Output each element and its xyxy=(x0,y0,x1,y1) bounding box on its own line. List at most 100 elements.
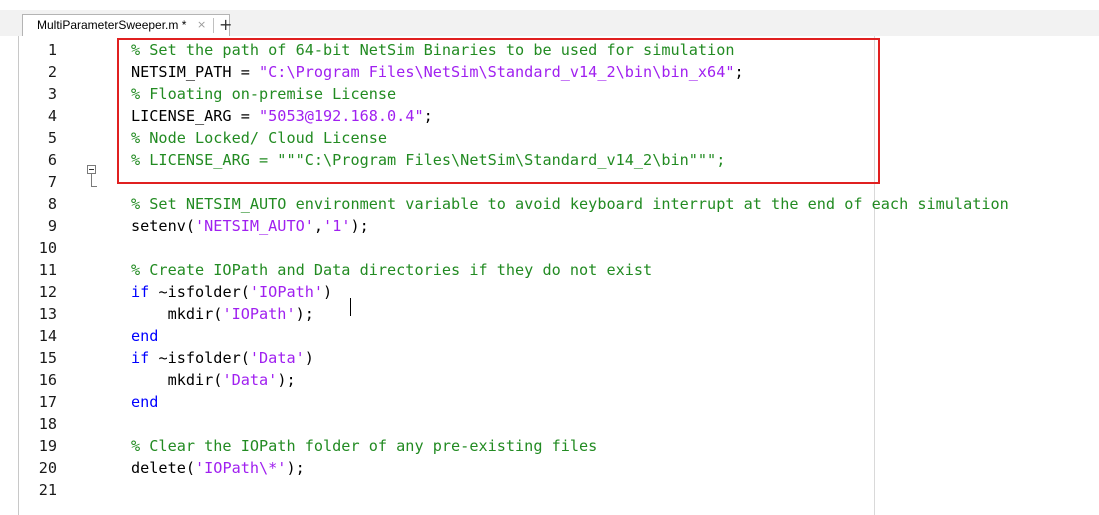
matlab-editor-window: MultiParameterSweeper.m * × + 1 % Set the… xyxy=(0,0,1099,515)
line-code-text: if ~isfolder('Data') xyxy=(131,347,314,369)
code-token-plain: ~isfolder( xyxy=(149,349,250,367)
line-code-text: end xyxy=(131,325,158,347)
code-line[interactable]: 18 xyxy=(19,413,1099,435)
code-token-string: '1' xyxy=(323,217,351,235)
code-line[interactable]: 1 % Set the path of 64-bit NetSim Binarie… xyxy=(19,39,1099,61)
line-number: 3 xyxy=(47,85,57,103)
line-code-text: mkdir('IOPath'); xyxy=(131,303,314,325)
code-line[interactable]: 5 % Node Locked/ Cloud License xyxy=(19,127,1099,149)
editor-tab-strip: MultiParameterSweeper.m * × + xyxy=(0,10,1099,37)
code-token-plain: ; xyxy=(734,63,744,81)
code-token-keyword: if xyxy=(131,349,150,367)
line-code-text: setenv('NETSIM_AUTO','1'); xyxy=(131,215,369,237)
code-token-string: 'Data' xyxy=(249,349,305,367)
code-token-string: 'IOPath' xyxy=(222,305,296,323)
code-line[interactable]: 20 delete('IOPath\*'); xyxy=(19,457,1099,479)
code-line[interactable]: 2 NETSIM_PATH = "C:\Program Files\NetSim\… xyxy=(19,61,1099,83)
code-token-plain: delete( xyxy=(131,459,196,477)
code-line[interactable]: 3 % Floating on-premise License xyxy=(19,83,1099,105)
code-token-string: 'Data' xyxy=(222,371,278,389)
line-number: 1 xyxy=(47,41,57,59)
line-code-text: LICENSE_ARG = "5053@192.168.0.4"; xyxy=(131,105,433,127)
line-code-text: % LICENSE_ARG = """C:\Program Files\NetS… xyxy=(131,149,725,171)
line-code-text: % Set NETSIM_AUTO environment variable t… xyxy=(131,193,1009,215)
line-number: 12 xyxy=(38,283,57,301)
line-number: 21 xyxy=(38,481,57,499)
code-line[interactable]: 10 xyxy=(19,237,1099,259)
line-code-text: delete('IOPath\*'); xyxy=(131,457,305,479)
code-token-plain: ); xyxy=(277,371,296,389)
line-number: 14 xyxy=(38,327,57,345)
code-line[interactable]: 4 LICENSE_ARG = "5053@192.168.0.4"; xyxy=(19,105,1099,127)
code-token-string: "C:\Program Files\NetSim\Standard_v14_2\… xyxy=(259,63,735,81)
line-code-text: % Floating on-premise License xyxy=(131,83,396,105)
code-line[interactable]: 16 mkdir('Data'); xyxy=(19,369,1099,391)
code-token-comment: % Set NETSIM_AUTO environment variable t… xyxy=(131,195,1009,213)
code-token-string: 'NETSIM_AUTO' xyxy=(195,217,314,235)
code-token-plain: NETSIM_PATH = xyxy=(131,63,260,81)
code-token-plain: ; xyxy=(423,107,433,125)
line-code-text: end xyxy=(131,391,158,413)
code-line[interactable]: 9 setenv('NETSIM_AUTO','1'); xyxy=(19,215,1099,237)
line-code-text: % Clear the IOPath folder of any pre-exi… xyxy=(131,435,597,457)
code-token-keyword: if xyxy=(131,283,150,301)
line-number: 6 xyxy=(47,151,57,169)
add-tab-icon[interactable]: + xyxy=(219,15,232,34)
line-number: 7 xyxy=(47,173,57,191)
code-line[interactable]: 15 if ~isfolder('Data') xyxy=(19,347,1099,369)
code-line[interactable]: 17 end xyxy=(19,391,1099,413)
code-token-string: "5053@192.168.0.4" xyxy=(259,107,424,125)
line-code-text: mkdir('Data'); xyxy=(131,369,296,391)
line-number: 10 xyxy=(38,239,57,257)
code-token-comment: % Create IOPath and Data directories if … xyxy=(131,261,653,279)
line-number: 13 xyxy=(38,305,57,323)
line-number: 17 xyxy=(38,393,57,411)
editor-tab-multiparametersweeper[interactable]: MultiParameterSweeper.m * × + xyxy=(22,14,232,36)
line-code-text: % Set the path of 64-bit NetSim Binaries… xyxy=(131,39,734,61)
code-line[interactable]: 7 xyxy=(19,171,1099,193)
code-line[interactable]: 11 % Create IOPath and Data directories i… xyxy=(19,259,1099,281)
code-token-plain: LICENSE_ARG = xyxy=(131,107,260,125)
code-line[interactable]: 13 mkdir('IOPath'); xyxy=(19,303,1099,325)
line-number: 8 xyxy=(47,195,57,213)
code-token-plain: ~isfolder( xyxy=(149,283,250,301)
code-line[interactable]: 21 xyxy=(19,479,1099,501)
line-code-text: if ~isfolder('IOPath') xyxy=(131,281,332,303)
code-line[interactable]: 8 % Set NETSIM_AUTO environment variable … xyxy=(19,193,1099,215)
line-number: 19 xyxy=(38,437,57,455)
code-token-plain: , xyxy=(313,217,324,235)
code-token-comment: % Floating on-premise License xyxy=(131,85,397,103)
code-token-plain: ); xyxy=(295,305,314,323)
tab-divider xyxy=(213,18,214,33)
code-token-comment: % LICENSE_ARG = """C:\Program Files\NetS… xyxy=(131,151,726,169)
line-number: 9 xyxy=(47,217,57,235)
line-number: 11 xyxy=(38,261,57,279)
code-token-comment: % Clear the IOPath folder of any pre-exi… xyxy=(131,437,598,455)
code-token-plain: mkdir( xyxy=(131,305,223,323)
code-token-keyword: end xyxy=(131,327,159,345)
code-editor[interactable]: 1 % Set the path of 64-bit NetSim Binarie… xyxy=(18,36,1099,515)
code-token-string: 'IOPath\*' xyxy=(195,459,287,477)
code-line[interactable]: 14 end xyxy=(19,325,1099,347)
line-number: 18 xyxy=(38,415,57,433)
code-token-comment: % Node Locked/ Cloud License xyxy=(131,129,388,147)
editor-left-strip xyxy=(0,36,18,515)
line-number: 20 xyxy=(38,459,57,477)
code-token-plain: ); xyxy=(286,459,305,477)
line-number: 15 xyxy=(38,349,57,367)
line-code-text: % Node Locked/ Cloud License xyxy=(131,127,387,149)
code-token-plain: ); xyxy=(350,217,369,235)
code-token-keyword: end xyxy=(131,393,159,411)
code-line[interactable]: 12 if ~isfolder('IOPath') xyxy=(19,281,1099,303)
code-line[interactable]: 19 % Clear the IOPath folder of any pre-e… xyxy=(19,435,1099,457)
line-number: 16 xyxy=(38,371,57,389)
line-number: 2 xyxy=(47,63,57,81)
window-top-border xyxy=(0,0,1099,10)
code-token-string: 'IOPath' xyxy=(249,283,324,301)
code-token-plain: ) xyxy=(323,283,333,301)
code-token-plain: ) xyxy=(304,349,314,367)
close-icon[interactable]: × xyxy=(197,18,206,31)
code-token-plain: setenv( xyxy=(131,217,196,235)
code-line[interactable]: 6 % LICENSE_ARG = """C:\Program Files\Net… xyxy=(19,149,1099,171)
line-number: 4 xyxy=(47,107,57,125)
